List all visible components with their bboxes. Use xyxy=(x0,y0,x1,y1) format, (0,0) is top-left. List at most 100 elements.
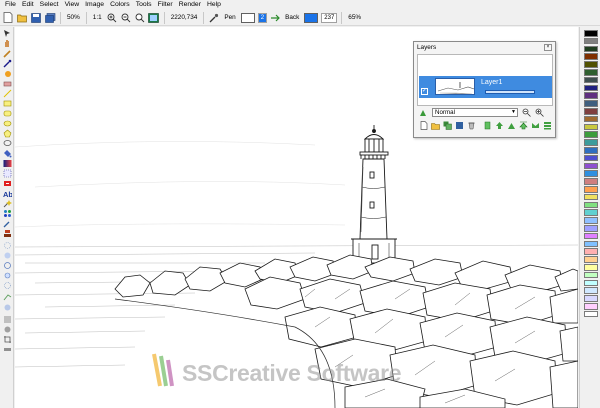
blur-tool-icon[interactable] xyxy=(2,251,12,260)
palette-color-swatch[interactable] xyxy=(584,193,598,201)
palette-color-swatch[interactable] xyxy=(584,76,598,84)
zoom-in-icon[interactable] xyxy=(106,12,118,24)
clone-tool-icon[interactable] xyxy=(2,229,12,238)
gradient-tool-icon[interactable] xyxy=(2,159,12,168)
pattern-tool-icon[interactable] xyxy=(2,209,12,218)
palette-color-swatch[interactable] xyxy=(584,108,598,115)
zoom-actual-size[interactable]: 1:1 xyxy=(93,14,102,21)
palette-color-swatch[interactable] xyxy=(584,295,598,302)
selection-tool-icon[interactable] xyxy=(2,169,12,178)
palette-color-swatch[interactable] xyxy=(584,232,598,240)
palette-color-swatch[interactable] xyxy=(584,240,598,248)
palette-color-swatch[interactable] xyxy=(584,123,598,131)
palette-color-swatch[interactable] xyxy=(584,186,598,193)
menu-colors[interactable]: Colors xyxy=(108,0,134,10)
palette-color-swatch[interactable] xyxy=(584,139,598,146)
move-tool-icon[interactable] xyxy=(2,29,12,38)
text-tool-icon[interactable]: Ab xyxy=(2,189,12,198)
palette-color-swatch[interactable] xyxy=(584,69,598,76)
palette-color-swatch[interactable] xyxy=(584,84,598,92)
back-value-field[interactable]: 237 xyxy=(321,12,338,23)
palette-color-swatch[interactable] xyxy=(584,279,598,287)
palette-color-swatch[interactable] xyxy=(584,154,598,162)
menu-render[interactable]: Render xyxy=(177,0,205,10)
palette-color-swatch[interactable] xyxy=(584,225,598,232)
flip-layer-icon[interactable] xyxy=(507,121,516,130)
palette-color-swatch[interactable] xyxy=(584,53,598,60)
palette-color-swatch[interactable] xyxy=(584,131,598,138)
pencil-tool-icon[interactable] xyxy=(2,49,12,58)
more-tools-icon[interactable] xyxy=(2,345,12,354)
airbrush-tool-icon[interactable] xyxy=(2,69,12,78)
new-layer-icon[interactable] xyxy=(419,121,428,130)
warp-tool-icon[interactable] xyxy=(2,303,12,312)
palette-color-swatch[interactable] xyxy=(584,61,598,68)
menu-help[interactable]: Help xyxy=(205,0,225,10)
palette-color-swatch[interactable] xyxy=(584,162,598,170)
palette-color-swatch[interactable] xyxy=(584,30,598,37)
visibility-checkbox[interactable]: ✓ xyxy=(421,88,428,95)
palette-color-swatch[interactable] xyxy=(584,92,598,99)
palette-color-swatch[interactable] xyxy=(584,271,598,279)
burn-tool-icon[interactable] xyxy=(2,281,12,290)
eyedropper-icon[interactable] xyxy=(208,12,220,24)
layer-bottom-icon[interactable] xyxy=(531,121,540,130)
smudge-tool-icon[interactable] xyxy=(2,241,12,250)
retouch-tool-icon[interactable] xyxy=(2,315,12,324)
merge-layer-icon[interactable] xyxy=(455,121,464,130)
rounded-rect-tool-icon[interactable] xyxy=(2,109,12,118)
new-file-icon[interactable] xyxy=(2,12,14,24)
blend-mode-select[interactable]: Normal ▼ xyxy=(432,108,518,117)
palette-color-swatch[interactable] xyxy=(584,217,598,224)
save-all-icon[interactable] xyxy=(44,12,56,24)
palette-color-swatch[interactable] xyxy=(584,287,598,294)
layer-down-icon[interactable] xyxy=(495,121,504,130)
menu-edit[interactable]: Edit xyxy=(20,0,38,10)
menu-file[interactable]: File xyxy=(3,0,20,10)
rectangle-tool-icon[interactable] xyxy=(2,99,12,108)
layer-top-icon[interactable] xyxy=(519,121,528,130)
layer-up-icon[interactable] xyxy=(483,121,492,130)
palette-color-swatch[interactable] xyxy=(584,201,598,209)
swap-colors-icon[interactable] xyxy=(269,12,281,24)
menu-view[interactable]: View xyxy=(63,0,84,10)
hand-tool-icon[interactable] xyxy=(2,39,12,48)
line-tool-icon[interactable] xyxy=(2,89,12,98)
layer-properties-icon[interactable] xyxy=(418,108,427,117)
palette-color-swatch[interactable] xyxy=(584,310,598,318)
ellipse-tool-icon[interactable] xyxy=(2,119,12,128)
polygon-tool-icon[interactable] xyxy=(2,129,12,138)
delete-layer-icon[interactable] xyxy=(467,121,476,130)
zoom-out-icon[interactable] xyxy=(120,12,132,24)
layer-settings-icon[interactable] xyxy=(543,121,552,130)
palette-color-swatch[interactable] xyxy=(584,248,598,255)
crop-tool-icon[interactable] xyxy=(2,335,12,344)
zoom-out-icon[interactable] xyxy=(522,108,531,117)
color-picker-icon[interactable] xyxy=(2,219,12,228)
lasso-tool-icon[interactable] xyxy=(2,139,12,148)
sponge-tool-icon[interactable] xyxy=(2,293,12,302)
magic-wand-icon[interactable] xyxy=(2,199,12,208)
duplicate-layer-icon[interactable] xyxy=(443,121,452,130)
menu-filter[interactable]: Filter xyxy=(156,0,177,10)
save-icon[interactable] xyxy=(30,12,42,24)
menu-tools[interactable]: Tools xyxy=(134,0,156,10)
open-folder-icon[interactable] xyxy=(16,12,28,24)
stamp-tool-icon[interactable] xyxy=(2,179,12,188)
zoom-fit-icon[interactable] xyxy=(134,12,146,24)
palette-color-swatch[interactable] xyxy=(584,170,598,177)
palette-color-swatch[interactable] xyxy=(584,45,598,53)
pen-color-swatch[interactable] xyxy=(240,12,255,23)
layer-opacity-bar[interactable] xyxy=(485,90,535,94)
menu-select[interactable]: Select xyxy=(38,0,63,10)
brush-tool-icon[interactable] xyxy=(2,59,12,68)
palette-color-swatch[interactable] xyxy=(584,264,598,271)
open-layer-icon[interactable] xyxy=(431,121,440,130)
zoom-in-icon[interactable] xyxy=(535,108,544,117)
palette-color-swatch[interactable] xyxy=(584,209,598,216)
eraser-tool-icon[interactable] xyxy=(2,79,12,88)
palette-color-swatch[interactable] xyxy=(584,100,598,107)
layer-row[interactable]: ✓ Layer1 xyxy=(419,76,552,98)
palette-color-swatch[interactable] xyxy=(584,115,598,123)
palette-color-swatch[interactable] xyxy=(584,256,598,263)
